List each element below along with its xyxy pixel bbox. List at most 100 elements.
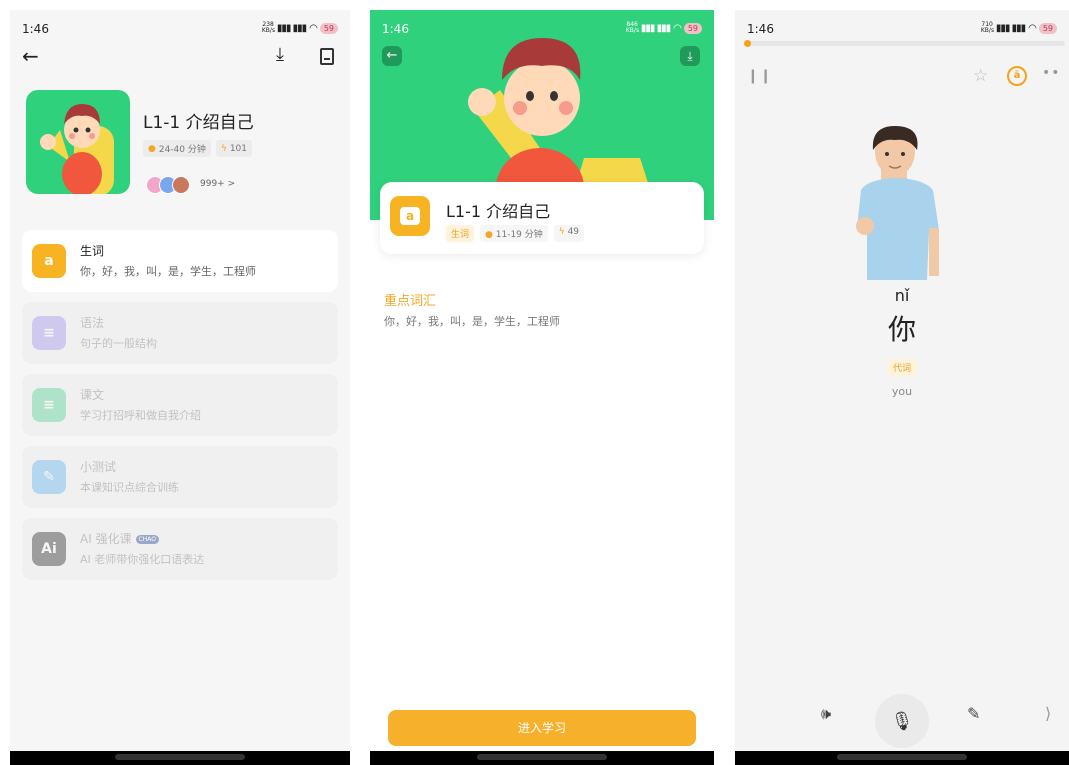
module-title: 小测试: [80, 458, 116, 475]
vocabulary-icon-letter: a: [400, 207, 420, 225]
module-title: 语法: [80, 314, 104, 331]
wifi-icon: ◠: [673, 22, 682, 34]
module-item[interactable]: Ai AI 强化课 CHAO AI 老师带你强化口语表达: [22, 518, 338, 580]
clock-icon: ●: [148, 143, 156, 154]
study-controls: 🕪 🎙 ✎ ⟩: [735, 694, 1069, 748]
status-icons: 710 KB/s ▮▮▮ ▮▮▮ ◠ 59: [981, 22, 1057, 34]
duration-tag: ● 24-40 分钟: [143, 140, 211, 157]
lesson-progress-bar: [744, 40, 1065, 47]
status-icons: 238 KB/s ▮▮▮ ▮▮▮ ◠ 59: [262, 22, 338, 34]
battery-icon: 59: [1038, 22, 1057, 34]
module-subtitle: 你，好，我，叫，是，学生，工程师: [80, 265, 256, 278]
energy-tag: ϟ 101: [215, 140, 252, 157]
learner-avatars: [146, 176, 190, 194]
flashcard-screen: 1:46 710 KB/s ▮▮▮ ▮▮▮ ◠ 59 ❙❙ ☆ ā •• nǐ …: [735, 10, 1069, 765]
status-time: 1:46: [22, 22, 49, 36]
learners-count-link[interactable]: 999+ >: [200, 179, 235, 189]
signal-icon: ▮▮▮ ▮▮▮: [640, 22, 671, 34]
back-arrow-icon[interactable]: ←: [382, 46, 402, 66]
energy-tag: ϟ 49: [553, 225, 585, 242]
network-speed: 710 KB/s: [980, 21, 995, 34]
energy-text: 101: [229, 143, 247, 154]
back-arrow-icon[interactable]: ←: [22, 44, 39, 68]
lesson-meta: ● 24-40 分钟 ϟ 101: [143, 140, 252, 157]
signal-icon: ▮▮▮ ▮▮▮: [995, 22, 1026, 34]
lightning-icon: ϟ: [220, 143, 227, 154]
word-pinyin: nǐ: [894, 286, 910, 305]
wifi-icon: ◠: [1028, 22, 1037, 34]
duration-tag: ● 11-19 分钟: [480, 225, 548, 242]
ai-teacher-badge: CHAO: [135, 535, 160, 544]
signal-icon: ▮▮▮ ▮▮▮: [276, 22, 307, 34]
microphone-icon[interactable]: 🎙: [875, 694, 929, 748]
status-icons: 846 KB/s ▮▮▮ ▮▮▮ ◠ 59: [626, 22, 702, 34]
speaker-icon[interactable]: 🕪: [821, 704, 831, 724]
key-vocab-words: 你，好，我，叫，是，学生，工程师: [384, 315, 560, 328]
lesson-meta: 生词 ● 11-19 分钟 ϟ 49: [446, 225, 585, 242]
module-title-text: 课文: [80, 388, 105, 402]
download-icon[interactable]: ⤓: [680, 46, 700, 66]
module-item[interactable]: a 生词你，好，我，叫，是，学生，工程师: [22, 230, 338, 292]
next-icon[interactable]: ⟩: [1045, 704, 1051, 723]
system-nav-bar: [10, 751, 350, 765]
module-item[interactable]: ≡ 课文学习打招呼和做自我介绍: [22, 374, 338, 436]
module-subtitle: 学习打招呼和做自我介绍: [80, 409, 201, 422]
battery-icon: 59: [683, 22, 702, 34]
avatar: [172, 176, 190, 194]
status-time: 1:46: [747, 22, 774, 36]
module-title-text: AI 强化课: [80, 532, 132, 546]
key-vocab-heading: 重点词汇: [384, 294, 437, 309]
progress-dot: [744, 40, 751, 47]
duration-text: 24-40 分钟: [158, 145, 206, 155]
star-icon[interactable]: ☆: [973, 66, 988, 86]
module-title: 课文: [80, 386, 104, 403]
system-nav-bar: [735, 751, 1069, 765]
word-hanzi: 你: [887, 313, 916, 346]
module-icon: ≡: [32, 316, 66, 350]
home-indicator[interactable]: [837, 754, 967, 760]
book-icon[interactable]: [320, 48, 334, 65]
module-title-text: 语法: [80, 316, 105, 330]
system-nav-bar: [370, 751, 714, 765]
module-icon: a: [32, 244, 66, 278]
module-icon: Ai: [32, 532, 66, 566]
wifi-icon: ◠: [309, 22, 318, 34]
lesson-thumbnail: [26, 90, 130, 194]
lesson-overview-screen: 1:46 238 KB/s ▮▮▮ ▮▮▮ ◠ 59 ← ⤓ L1-1 介绍自己…: [10, 10, 350, 765]
home-indicator[interactable]: [115, 754, 245, 760]
module-title: AI 强化课 CHAO: [80, 530, 160, 547]
module-icon: ✎: [32, 460, 66, 494]
pen-icon[interactable]: ✎: [967, 704, 980, 723]
module-subtitle: AI 老师带你强化口语表达: [80, 553, 205, 566]
more-icon[interactable]: ••: [1042, 65, 1061, 81]
clock-icon: ●: [485, 230, 493, 240]
network-speed: 238 KB/s: [261, 21, 276, 34]
home-indicator[interactable]: [477, 754, 607, 760]
module-subtitle: 句子的一般结构: [80, 337, 157, 350]
vocabulary-icon: a: [390, 196, 430, 236]
pause-icon[interactable]: ❙❙: [747, 68, 772, 84]
enter-study-button[interactable]: 进入学习: [388, 710, 696, 746]
module-tag: 生词: [446, 225, 475, 242]
lesson-detail-screen: 1:46 846 KB/s ▮▮▮ ▮▮▮ ◠ 59 ← ⤓ a L1-1 介绍…: [370, 10, 714, 765]
module-title: 生词: [80, 242, 104, 259]
lightning-icon: ϟ: [558, 227, 565, 237]
module-item[interactable]: ✎ 小测试本课知识点综合训练: [22, 446, 338, 508]
status-bar: 1:46 846 KB/s ▮▮▮ ▮▮▮ ◠ 59: [382, 22, 702, 38]
network-speed: 846 KB/s: [625, 21, 640, 34]
module-title-text: 生词: [80, 244, 105, 258]
part-of-speech-wrap: 代词: [735, 356, 1069, 376]
status-bar: 1:46 710 KB/s ▮▮▮ ▮▮▮ ◠ 59: [747, 22, 1057, 38]
word-meaning: you: [891, 385, 913, 398]
module-item[interactable]: ≡ 语法句子的一般结构: [22, 302, 338, 364]
module-icon: ≡: [32, 388, 66, 422]
battery-icon: 59: [319, 22, 338, 34]
module-title-text: 小测试: [80, 460, 117, 474]
download-icon[interactable]: ⤓: [276, 44, 284, 65]
status-bar: 1:46 238 KB/s ▮▮▮ ▮▮▮ ◠ 59: [22, 22, 338, 38]
coin-badge-icon[interactable]: ā: [1007, 66, 1027, 86]
module-subtitle: 本课知识点综合训练: [80, 481, 179, 494]
lesson-title: L1-1 介绍自己: [143, 113, 254, 133]
part-of-speech-tag: 代词: [886, 359, 917, 376]
status-time: 1:46: [382, 22, 409, 36]
